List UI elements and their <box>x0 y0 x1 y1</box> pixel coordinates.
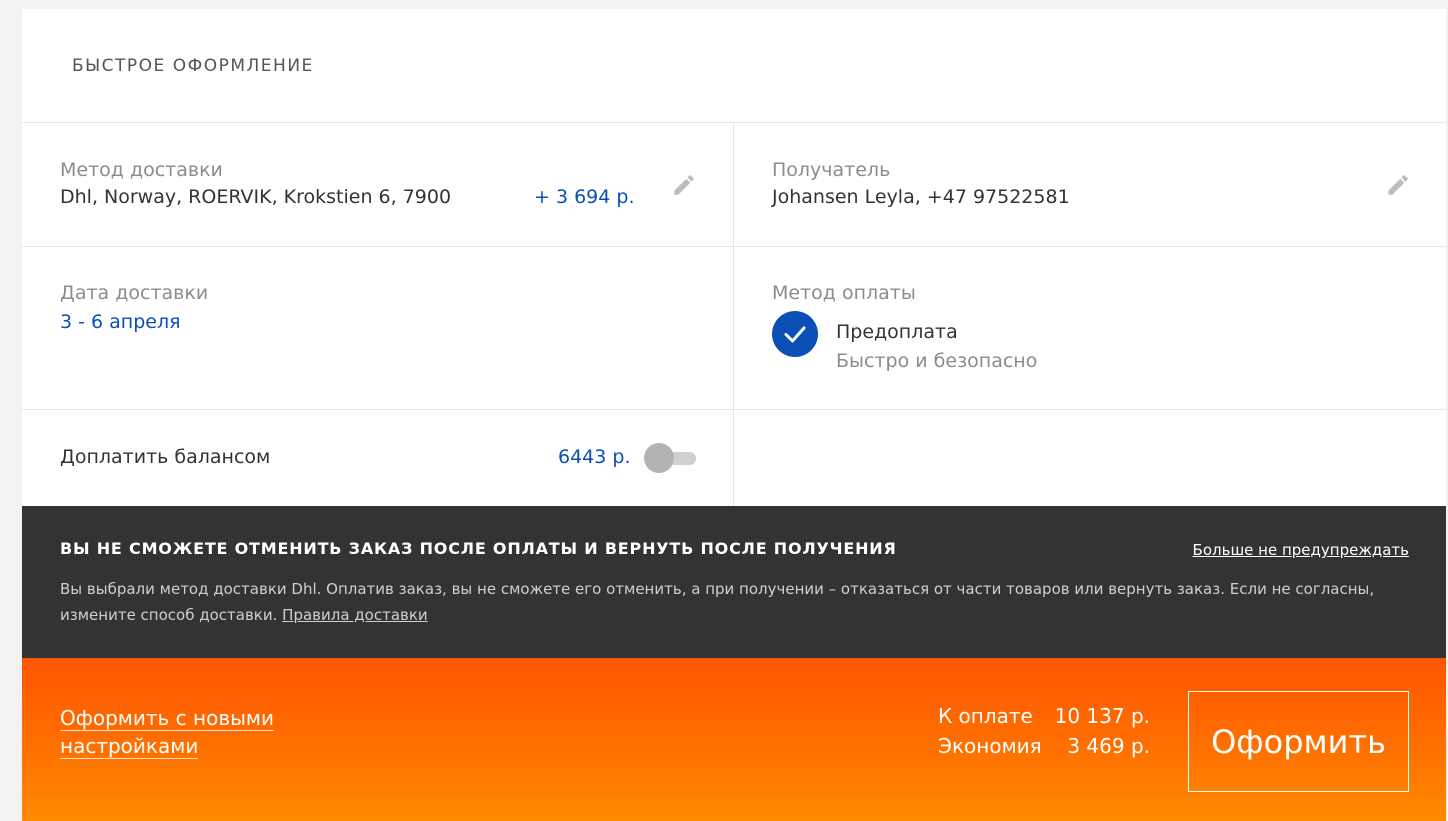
pencil-icon <box>674 175 694 195</box>
row-divider <box>22 246 1446 247</box>
edit-recipient-button[interactable] <box>1385 172 1411 198</box>
pencil-icon <box>1388 175 1408 195</box>
delivery-method-label: Метод доставки <box>60 159 223 181</box>
savings-value: 3 469 р. <box>1067 734 1150 758</box>
payment-method-label: Метод оплаты <box>772 282 916 304</box>
checkout-new-settings-line2: настройками <box>60 734 199 759</box>
payment-selected-indicator[interactable] <box>772 311 818 357</box>
balance-toggle[interactable] <box>644 443 696 473</box>
dont-warn-again-link[interactable]: Больше не предупреждать <box>1193 541 1409 559</box>
checkout-header: БЫСТРОЕ ОФОРМЛЕНИЕ <box>22 9 1446 123</box>
warning-body: Вы выбрали метод доставки Dhl. Оплатив з… <box>60 580 1375 624</box>
delivery-date-value[interactable]: 3 - 6 апреля <box>60 311 181 333</box>
payment-method-description: Быстро и безопасно <box>836 350 1038 372</box>
delivery-rules-link[interactable]: Правила доставки <box>282 606 428 624</box>
submit-order-button[interactable]: Оформить <box>1188 691 1409 792</box>
delivery-price: + 3 694 р. <box>534 186 635 208</box>
recipient-label: Получатель <box>772 159 891 181</box>
checkout-new-settings-link[interactable]: Оформить с новыми настройками <box>60 704 274 760</box>
warning-title: ВЫ НЕ СМОЖЕТЕ ОТМЕНИТЬ ЗАКАЗ ПОСЛЕ ОПЛАТ… <box>60 539 897 558</box>
to-pay-value: 10 137 р. <box>1054 704 1150 728</box>
page-title: БЫСТРОЕ ОФОРМЛЕНИЕ <box>72 56 314 76</box>
check-icon <box>784 326 806 343</box>
checkout-footer: Оформить с новыми настройками К оплате Э… <box>22 658 1446 821</box>
warning-banner: ВЫ НЕ СМОЖЕТЕ ОТМЕНИТЬ ЗАКАЗ ПОСЛЕ ОПЛАТ… <box>22 506 1446 658</box>
warning-text: Вы выбрали метод доставки Dhl. Оплатив з… <box>60 576 1400 628</box>
checkout-card: БЫСТРОЕ ОФОРМЛЕНИЕ Метод доставки Dhl, N… <box>22 9 1446 821</box>
balance-amount: 6443 р. <box>558 446 631 468</box>
edit-delivery-button[interactable] <box>671 172 697 198</box>
checkout-new-settings-line1: Оформить с новыми <box>60 706 274 731</box>
delivery-method-value: Dhl, Norway, ROERVIK, Krokstien 6, 7900 <box>60 186 452 208</box>
row-divider <box>22 409 1446 410</box>
payment-method-name: Предоплата <box>836 321 958 343</box>
recipient-value: Johansen Leyla, +47 97522581 <box>772 186 1070 208</box>
toggle-knob <box>644 443 674 473</box>
column-divider <box>733 123 734 506</box>
totals-values: 10 137 р. 3 469 р. <box>1022 701 1150 761</box>
delivery-date-label: Дата доставки <box>60 282 209 304</box>
pay-with-balance-label: Доплатить балансом <box>60 446 271 468</box>
